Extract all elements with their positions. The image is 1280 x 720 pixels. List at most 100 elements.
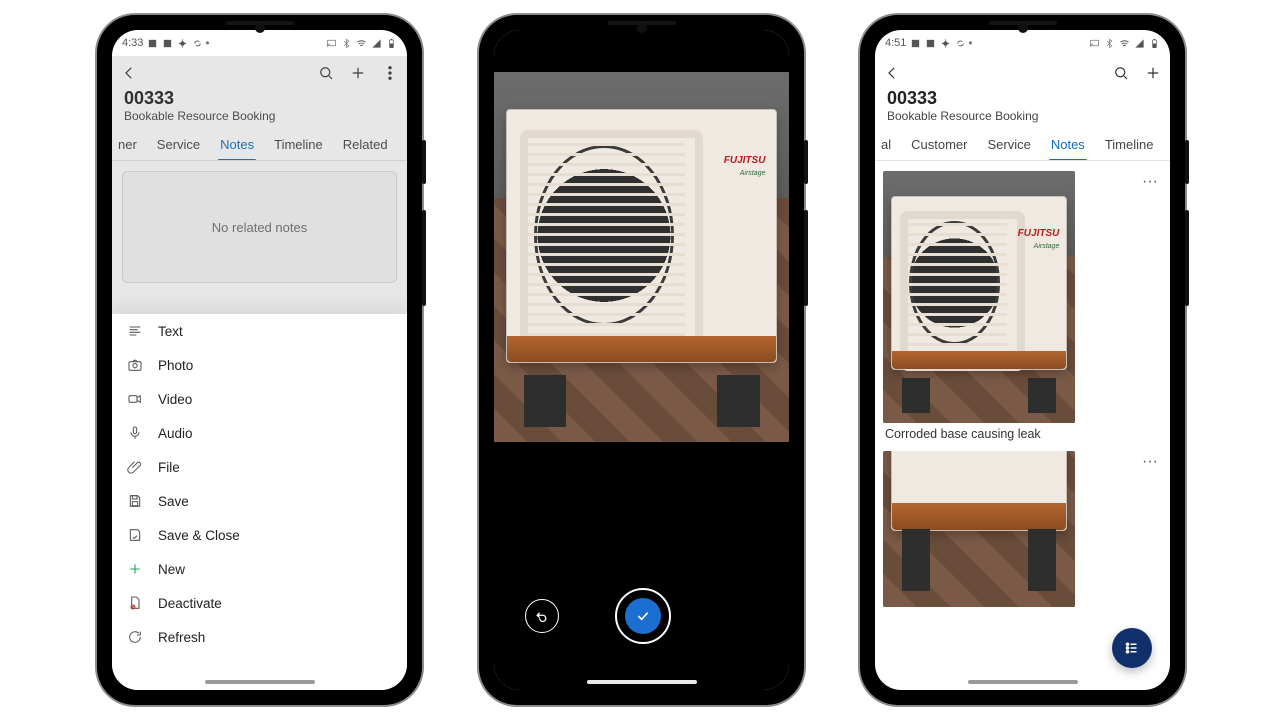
menu-new-label: New	[158, 562, 185, 577]
status-app-icon	[147, 38, 158, 49]
record-title-block: 00333 Bookable Resource Booking	[875, 90, 1170, 125]
camera-icon	[126, 356, 144, 374]
menu-video-label: Video	[158, 392, 192, 407]
menu-text[interactable]: Text	[112, 314, 407, 348]
back-button[interactable]	[881, 62, 903, 84]
note-more-button[interactable]: ···	[1138, 171, 1162, 193]
note-photo-thumb[interactable]: FUJITSU Airstage	[883, 171, 1075, 423]
battery-icon	[386, 38, 397, 49]
menu-save[interactable]: Save	[112, 484, 407, 518]
camera-controls	[494, 588, 789, 644]
status-bug-icon	[940, 38, 951, 49]
camera-screen: FUJITSU Airstage	[494, 30, 789, 690]
record-title-block: 00333 Bookable Resource Booking	[112, 88, 407, 125]
action-sheet: Text Photo Video Audio File	[112, 314, 407, 690]
add-button[interactable]	[347, 62, 369, 84]
signal-icon	[371, 38, 382, 49]
tab-timeline[interactable]: Timeline	[264, 131, 333, 160]
status-sync-icon	[955, 38, 966, 49]
menu-photo-label: Photo	[158, 358, 193, 373]
cast-icon	[326, 38, 337, 49]
save-close-icon	[126, 526, 144, 544]
notes-empty-card: No related notes	[122, 171, 397, 283]
status-app-icon-2	[925, 38, 936, 49]
save-icon	[126, 492, 144, 510]
tab-notes[interactable]: Notes	[210, 131, 264, 160]
record-number: 00333	[124, 88, 395, 109]
screen-right: 4:51 •	[875, 30, 1170, 690]
wifi-icon	[1119, 38, 1130, 49]
deactivate-icon	[126, 594, 144, 612]
phone-left: 4:33 •	[97, 15, 422, 705]
menu-save-close[interactable]: Save & Close	[112, 518, 407, 552]
note-item-2[interactable]: ···	[883, 451, 1162, 607]
tab-general[interactable]: al	[879, 131, 901, 160]
plus-icon	[126, 560, 144, 578]
note-caption: Corroded base causing leak	[885, 427, 1160, 441]
status-time: 4:51	[885, 37, 906, 49]
status-time: 4:33	[122, 37, 143, 49]
corroded-base	[507, 336, 776, 361]
status-bug-icon	[177, 38, 188, 49]
camera-retake-button[interactable]	[525, 599, 559, 633]
list-view-fab[interactable]	[1112, 628, 1152, 668]
unit-brand: FUJITSU	[724, 155, 766, 166]
note-item-1[interactable]: FUJITSU Airstage ··· Corroded base causi…	[883, 171, 1162, 441]
note-more-button[interactable]: ···	[1138, 451, 1162, 473]
video-icon	[126, 390, 144, 408]
tab-notes[interactable]: Notes	[1041, 131, 1095, 160]
mic-icon	[126, 424, 144, 442]
screen-left: 4:33 •	[112, 30, 407, 690]
menu-refresh[interactable]: Refresh	[112, 620, 407, 654]
paperclip-icon	[126, 458, 144, 476]
bt-icon	[1104, 38, 1115, 49]
menu-photo[interactable]: Photo	[112, 348, 407, 382]
menu-deactivate-label: Deactivate	[158, 596, 222, 611]
tab-service[interactable]: Service	[147, 131, 210, 160]
notes-empty-text: No related notes	[212, 220, 307, 235]
record-number: 00333	[887, 88, 1158, 109]
menu-save-label: Save	[158, 494, 189, 509]
menu-deactivate[interactable]: Deactivate	[112, 586, 407, 620]
app-header	[112, 56, 407, 90]
search-icon[interactable]	[315, 62, 337, 84]
tab-service[interactable]: Service	[977, 131, 1040, 160]
screen-center: FUJITSU Airstage	[494, 30, 789, 690]
camera-viewfinder[interactable]: FUJITSU Airstage	[494, 72, 789, 442]
record-entity: Bookable Resource Booking	[887, 109, 1158, 123]
cast-icon	[1089, 38, 1100, 49]
tab-timeline[interactable]: Timeline	[1095, 131, 1164, 160]
menu-audio-label: Audio	[158, 426, 193, 441]
note-photo-thumb[interactable]	[883, 451, 1075, 607]
android-status-bar: 4:51 •	[875, 30, 1170, 56]
unit-model: Airstage	[740, 170, 766, 177]
menu-file-label: File	[158, 460, 180, 475]
signal-icon	[1134, 38, 1145, 49]
app-header	[875, 56, 1170, 90]
menu-file[interactable]: File	[112, 450, 407, 484]
menu-save-close-label: Save & Close	[158, 528, 240, 543]
menu-text-label: Text	[158, 324, 183, 339]
tab-bar: al Customer Service Notes Timeline	[875, 125, 1170, 161]
search-icon[interactable]	[1110, 62, 1132, 84]
tab-customer[interactable]: Customer	[901, 131, 977, 160]
menu-audio[interactable]: Audio	[112, 416, 407, 450]
menu-video[interactable]: Video	[112, 382, 407, 416]
battery-icon	[1149, 38, 1160, 49]
record-entity: Bookable Resource Booking	[124, 109, 395, 123]
status-app-icon	[910, 38, 921, 49]
status-app-icon-2	[162, 38, 173, 49]
back-button[interactable]	[118, 62, 140, 84]
text-icon	[126, 322, 144, 340]
phone-center: FUJITSU Airstage	[479, 15, 804, 705]
add-button[interactable]	[1142, 62, 1164, 84]
overflow-menu[interactable]	[379, 62, 401, 84]
status-sync-icon	[192, 38, 203, 49]
tab-partial-left[interactable]: ner	[116, 131, 147, 160]
tab-related[interactable]: Related	[333, 131, 398, 160]
tab-bar: ner Service Notes Timeline Related	[112, 125, 407, 161]
menu-refresh-label: Refresh	[158, 630, 205, 645]
menu-new[interactable]: New	[112, 552, 407, 586]
camera-confirm-button[interactable]	[615, 588, 671, 644]
bt-icon	[341, 38, 352, 49]
